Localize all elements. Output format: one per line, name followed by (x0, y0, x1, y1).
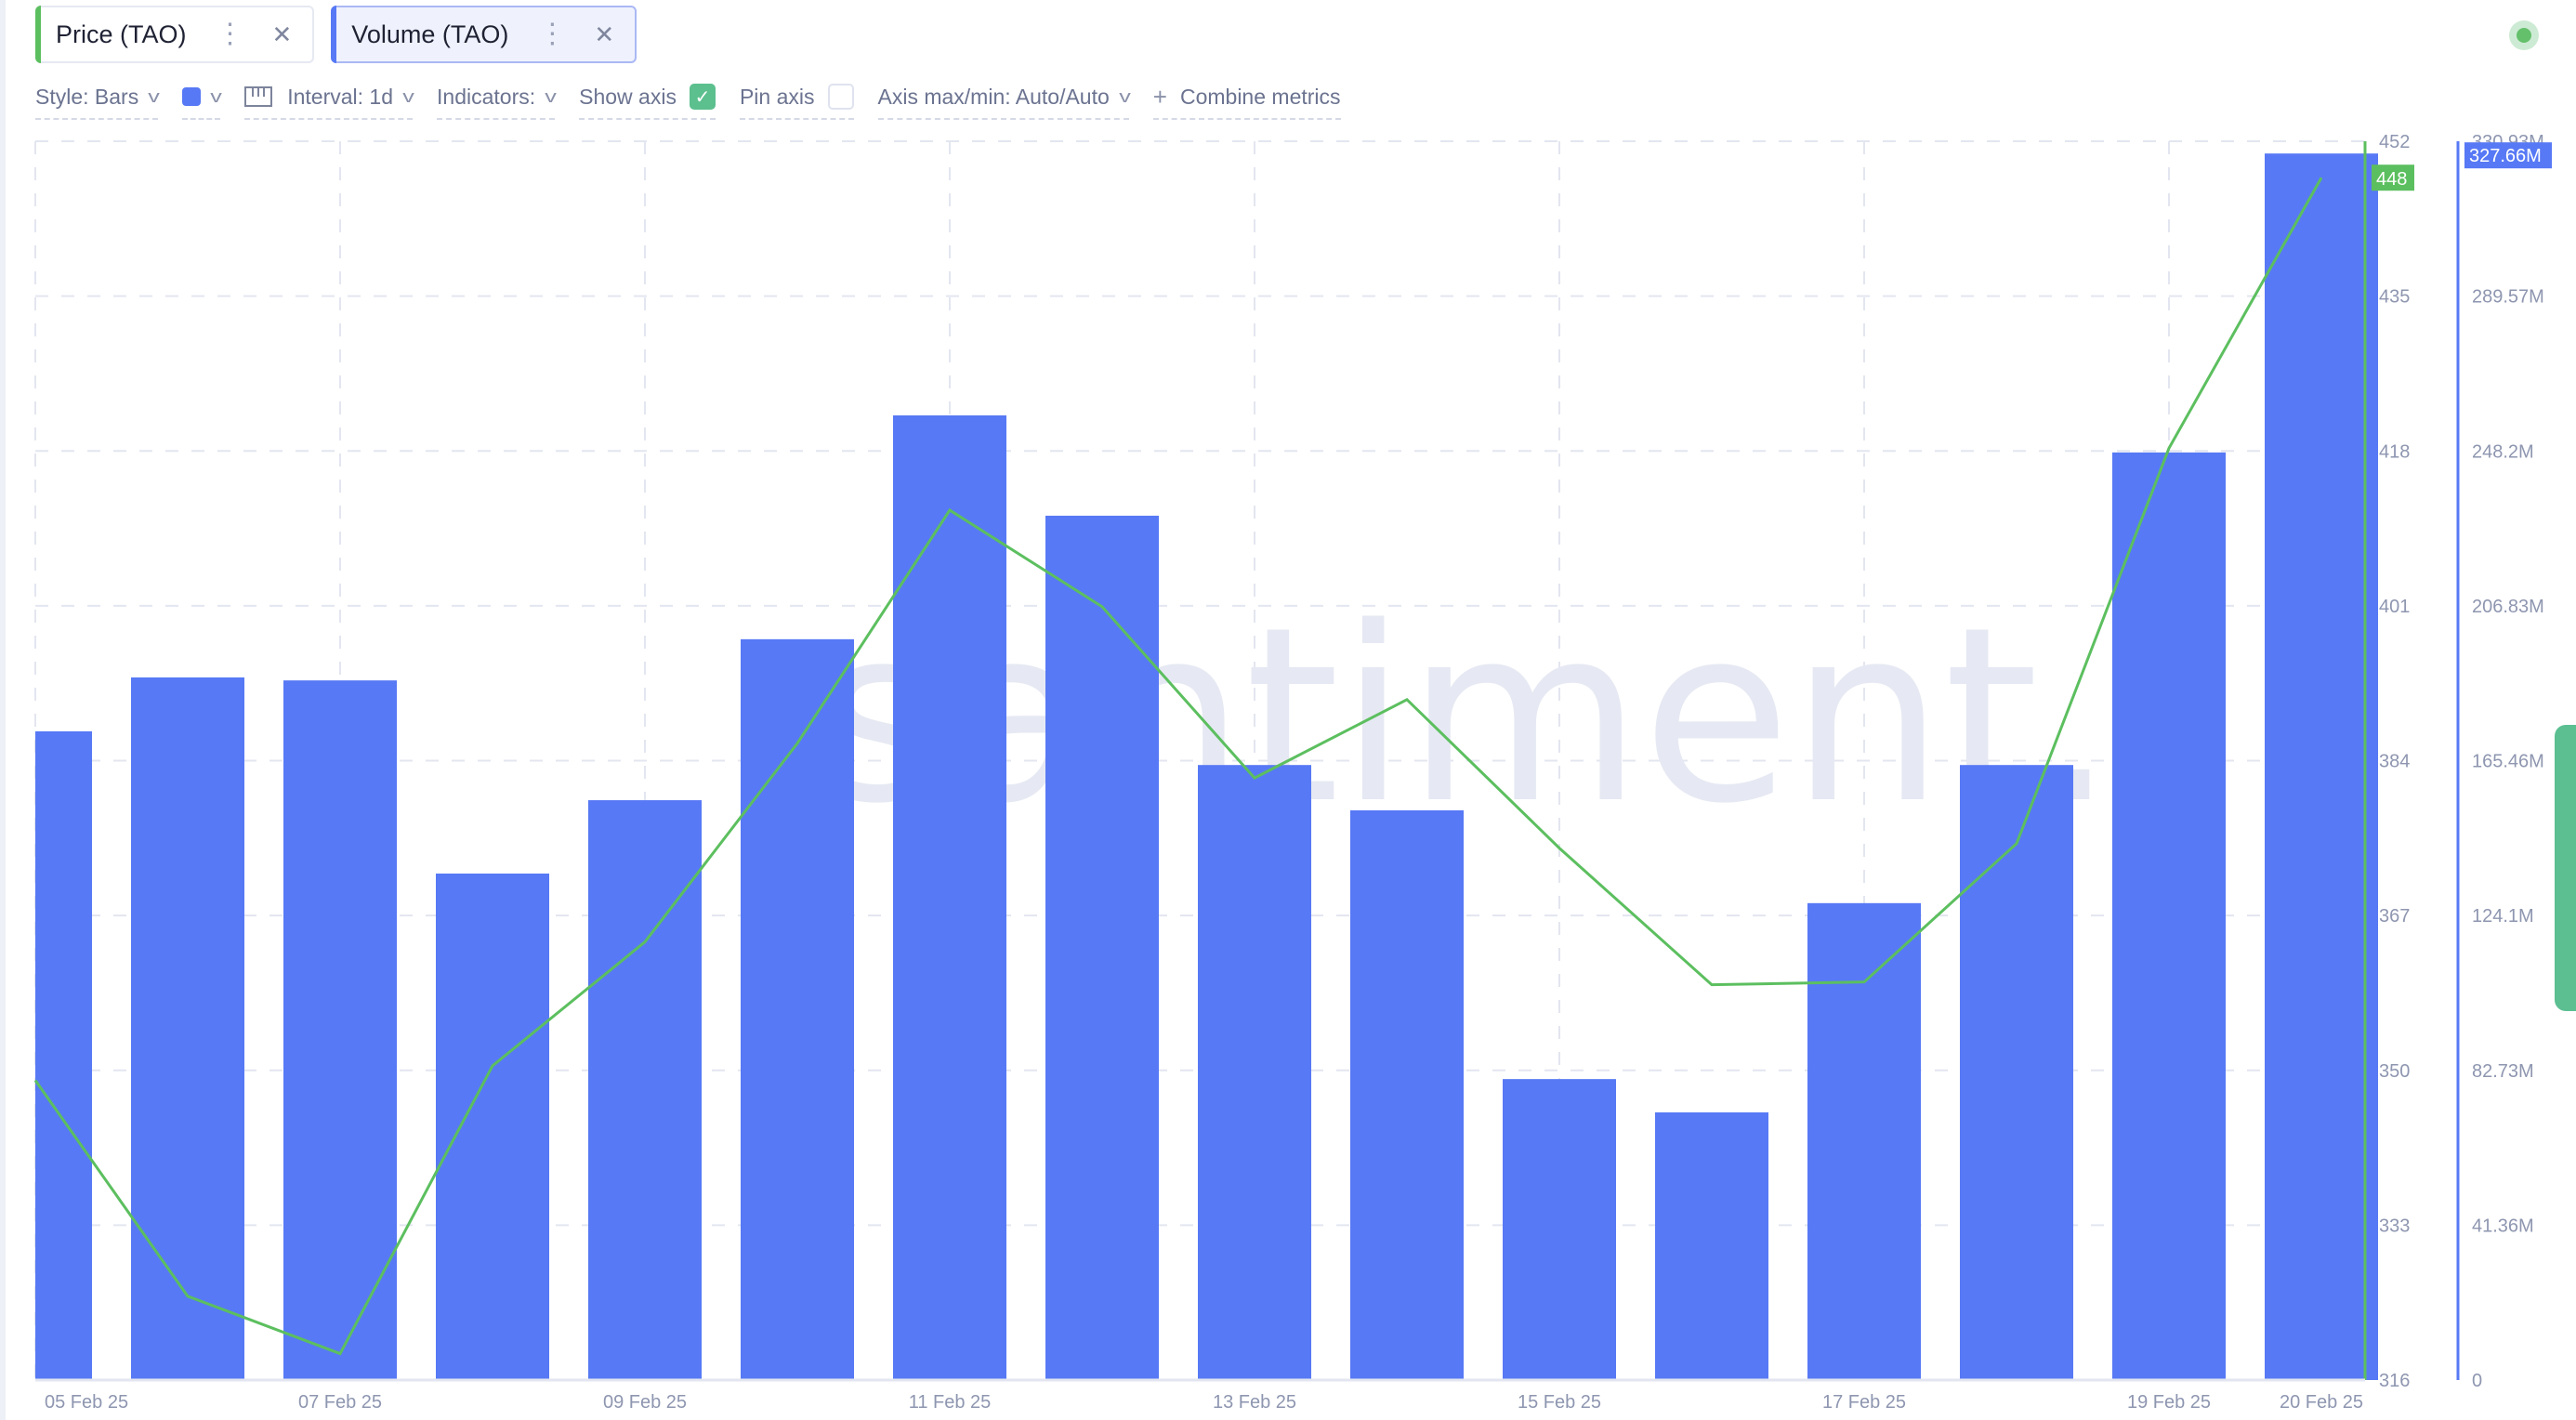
price-tick-label: 316 (2379, 1371, 2410, 1391)
volume-bar[interactable] (35, 730, 92, 1380)
price-tick-label: 418 (2379, 441, 2410, 462)
volume-bar[interactable] (1045, 515, 1159, 1380)
x-tick-label: 19 Feb 25 (2127, 1392, 2211, 1413)
price-tick-label: 350 (2379, 1061, 2410, 1082)
volume-tick-label: 206.83M (2472, 597, 2544, 617)
volume-bar[interactable] (131, 677, 244, 1380)
volume-bar[interactable] (893, 414, 1006, 1381)
x-tick-label: 15 Feb 25 (1518, 1392, 1601, 1413)
volume-bar[interactable] (1960, 765, 2073, 1380)
volume-tick-label: 0 (2472, 1371, 2482, 1391)
volume-tick-label: 289.57M (2472, 287, 2544, 308)
chart: santiment. 45243541840138436735033331633… (33, 132, 2552, 1413)
volume-bar[interactable] (1198, 765, 1311, 1380)
volume-last-value: 327.66M (2469, 146, 2542, 166)
volume-bar[interactable] (2265, 153, 2378, 1381)
volume-bar[interactable] (1350, 809, 1464, 1380)
volume-tick-label: 165.46M (2472, 752, 2544, 772)
price-tick-label: 384 (2379, 752, 2410, 772)
x-tick-label: 11 Feb 25 (909, 1392, 992, 1413)
volume-tick-label: 82.73M (2472, 1061, 2534, 1082)
x-tick-label: 05 Feb 25 (45, 1392, 128, 1413)
volume-tick-label: 124.1M (2472, 906, 2534, 927)
volume-tick-label: 41.36M (2472, 1216, 2534, 1236)
volume-bar[interactable] (588, 800, 702, 1380)
price-tick-label: 367 (2379, 906, 2410, 927)
x-axis: 05 Feb 25 07 Feb 25 09 Feb 25 11 Feb 25 13 F… (35, 1378, 2365, 1413)
x-tick-label: 13 Feb 25 (1213, 1392, 1296, 1413)
price-tick-label: 401 (2379, 597, 2410, 617)
volume-bar[interactable] (2112, 452, 2226, 1380)
price-tick-label: 333 (2379, 1216, 2410, 1236)
volume-bar[interactable] (741, 638, 854, 1380)
x-tick-label: 20 Feb 25 (2280, 1392, 2363, 1413)
volume-bar[interactable] (1503, 1079, 1616, 1380)
volume-bar[interactable] (283, 680, 397, 1380)
x-tick-label: 07 Feb 25 (298, 1392, 382, 1413)
price-last-value: 448 (2376, 169, 2407, 190)
volume-tick-label: 248.2M (2472, 441, 2534, 462)
price-tick-label: 435 (2379, 287, 2410, 308)
price-tick-label: 452 (2379, 132, 2410, 152)
x-tick-label: 17 Feb 25 (1822, 1392, 1906, 1413)
x-tick-label: 09 Feb 25 (603, 1392, 687, 1413)
watermark: santiment. (818, 576, 2115, 857)
axes: 452435418401384367350333316330.93M289.57… (2363, 132, 2552, 1391)
volume-bar[interactable] (1807, 902, 1921, 1380)
volume-bar[interactable] (436, 874, 549, 1380)
volume-bar[interactable] (1655, 1111, 1768, 1380)
volume-bars (35, 153, 2378, 1381)
